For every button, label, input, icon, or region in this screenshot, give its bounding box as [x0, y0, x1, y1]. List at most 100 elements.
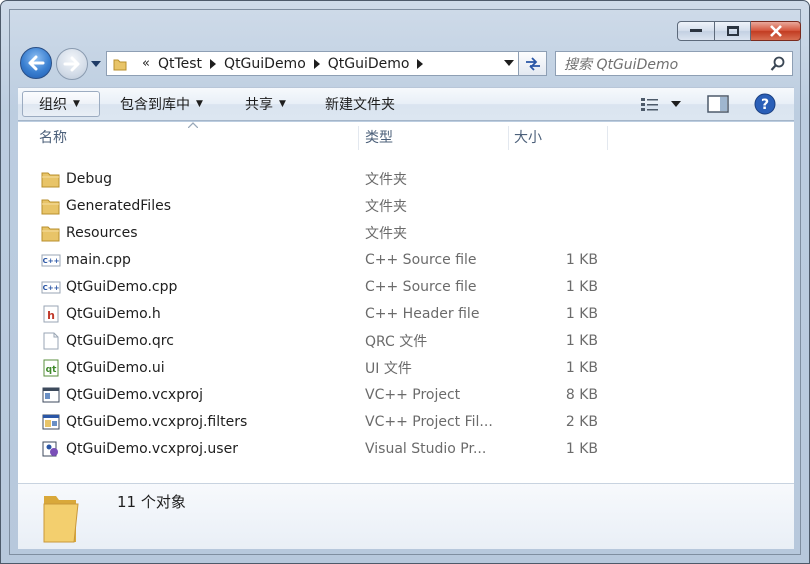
- explorer-window: « QtTest QtGuiDemo QtGuiDemo 搜索 QtGuiDem…: [0, 0, 810, 564]
- search-input[interactable]: 搜索 QtGuiDemo: [564, 54, 770, 74]
- file-size: 1 KB: [565, 305, 598, 322]
- chevron-right-icon[interactable]: [313, 58, 320, 69]
- file-size: 1 KB: [565, 332, 598, 349]
- search-box[interactable]: 搜索 QtGuiDemo: [555, 51, 793, 76]
- file-type: 文件夹: [365, 198, 407, 215]
- file-type: 文件夹: [365, 225, 407, 242]
- file-name: GeneratedFiles: [66, 197, 171, 214]
- file-name: QtGuiDemo.h: [66, 305, 161, 322]
- item-count: 11 个对象: [117, 493, 186, 511]
- minimize-button[interactable]: [677, 21, 715, 41]
- preview-pane-button[interactable]: [707, 88, 729, 120]
- search-icon[interactable]: [770, 56, 786, 72]
- breadcrumb-overflow[interactable]: «: [142, 56, 150, 71]
- file-list-view: 名称 类型 大小 Debug 文件夹 GeneratedFiles 文件夹 Re…: [18, 122, 794, 483]
- blank-file-icon: [43, 332, 59, 350]
- file-type: C++ Source file: [365, 278, 477, 295]
- organize-button[interactable]: 组织 ▼: [22, 91, 100, 117]
- share-button[interactable]: 共享 ▼: [245, 88, 286, 120]
- list-item[interactable]: QtGuiDemo.qrc QRC 文件 1 KB: [18, 327, 794, 354]
- breadcrumb: « QtTest QtGuiDemo QtGuiDemo: [134, 56, 431, 72]
- svg-text:h: h: [47, 309, 55, 322]
- file-type: VC++ Project Fil...: [365, 413, 493, 430]
- back-arrow-icon: [28, 55, 45, 71]
- chevron-down-icon: ▼: [73, 99, 80, 109]
- refresh-icon: [525, 56, 540, 71]
- list-item[interactable]: C++ main.cpp C++ Source file 1 KB: [18, 246, 794, 273]
- breadcrumb-item-qtguidemo-current[interactable]: QtGuiDemo: [328, 56, 410, 72]
- column-header-name[interactable]: 名称: [39, 122, 357, 152]
- list-item[interactable]: QtGuiDemo.vcxproj.user Visual Studio Pr.…: [18, 435, 794, 462]
- forward-button[interactable]: [56, 48, 88, 80]
- breadcrumb-item-qtguidemo[interactable]: QtGuiDemo: [224, 56, 306, 72]
- column-name-label: 名称: [39, 130, 67, 146]
- command-bar: 组织 ▼ 包含到库中 ▼ 共享 ▼ 新建文件夹 ?: [18, 87, 794, 121]
- organize-label: 组织: [39, 97, 67, 113]
- close-button[interactable]: [751, 21, 801, 41]
- file-rows: Debug 文件夹 GeneratedFiles 文件夹 Resources 文…: [18, 165, 794, 462]
- folder-icon: [41, 226, 60, 242]
- refresh-button[interactable]: [519, 51, 547, 76]
- chevron-down-icon: ▼: [196, 99, 203, 109]
- header-file-icon: h: [43, 305, 59, 323]
- chevron-down-icon: [91, 61, 101, 67]
- file-type: VC++ Project: [365, 386, 461, 403]
- list-item[interactable]: h QtGuiDemo.h C++ Header file 1 KB: [18, 300, 794, 327]
- help-button[interactable]: ?: [754, 88, 776, 120]
- list-item[interactable]: Debug 文件夹: [18, 165, 794, 192]
- change-view-button[interactable]: [640, 88, 660, 120]
- view-options-dropdown[interactable]: [671, 88, 681, 120]
- list-item[interactable]: QtGuiDemo.vcxproj.filters VC++ Project F…: [18, 408, 794, 435]
- filters-file-icon: [42, 414, 60, 430]
- back-button[interactable]: [20, 47, 52, 79]
- maximize-button[interactable]: [715, 21, 751, 41]
- file-type: 文件夹: [365, 171, 407, 188]
- share-label: 共享: [245, 97, 273, 113]
- details-pane: 11 个对象: [18, 483, 794, 549]
- file-size: 1 KB: [565, 251, 598, 268]
- address-bar[interactable]: « QtTest QtGuiDemo QtGuiDemo: [106, 51, 519, 76]
- cpp-file-icon: C++: [41, 281, 61, 294]
- folder-icon: [113, 59, 127, 70]
- help-icon: ?: [754, 93, 776, 115]
- file-name: QtGuiDemo.vcxproj.filters: [66, 413, 248, 430]
- chevron-down-icon: [671, 101, 681, 107]
- file-name: QtGuiDemo.ui: [66, 359, 165, 376]
- column-divider[interactable]: [358, 126, 359, 150]
- chevron-down-icon: ▼: [279, 99, 286, 109]
- file-name: QtGuiDemo.cpp: [66, 278, 178, 295]
- folder-icon: [41, 199, 60, 215]
- list-item[interactable]: QtGuiDemo.vcxproj VC++ Project 8 KB: [18, 381, 794, 408]
- file-size: 1 KB: [565, 440, 598, 457]
- folder-icon: [41, 172, 60, 188]
- breadcrumb-item-qttest[interactable]: QtTest: [158, 56, 202, 72]
- column-header-size[interactable]: 大小: [514, 122, 604, 152]
- svg-text:qt: qt: [46, 365, 57, 375]
- view-list-icon: [641, 98, 658, 111]
- forward-arrow-icon: [63, 56, 80, 72]
- chevron-right-icon[interactable]: [417, 58, 424, 69]
- column-header: 名称 类型 大小: [18, 122, 794, 152]
- svg-text:C++: C++: [43, 257, 60, 265]
- recent-pages-dropdown[interactable]: [90, 58, 102, 70]
- file-name: main.cpp: [66, 251, 131, 268]
- list-item[interactable]: Resources 文件夹: [18, 219, 794, 246]
- chevron-right-icon[interactable]: [210, 58, 217, 69]
- column-divider[interactable]: [508, 126, 509, 150]
- list-item[interactable]: qt QtGuiDemo.ui UI 文件 1 KB: [18, 354, 794, 381]
- file-type: C++ Header file: [365, 305, 480, 322]
- file-size: 8 KB: [565, 386, 598, 403]
- column-header-type[interactable]: 类型: [365, 122, 507, 152]
- address-dropdown-icon[interactable]: [504, 60, 514, 66]
- include-library-button[interactable]: 包含到库中 ▼: [120, 88, 203, 120]
- column-divider[interactable]: [607, 126, 608, 150]
- file-type: Visual Studio Pr...: [365, 440, 487, 457]
- file-name: QtGuiDemo.qrc: [66, 332, 174, 349]
- list-item[interactable]: GeneratedFiles 文件夹: [18, 192, 794, 219]
- file-name: Debug: [66, 170, 113, 187]
- list-item[interactable]: C++ QtGuiDemo.cpp C++ Source file 1 KB: [18, 273, 794, 300]
- vs-user-file-icon: [42, 441, 58, 457]
- new-folder-button[interactable]: 新建文件夹: [325, 88, 395, 120]
- maximize-icon: [726, 26, 739, 36]
- column-type-label: 类型: [365, 130, 393, 146]
